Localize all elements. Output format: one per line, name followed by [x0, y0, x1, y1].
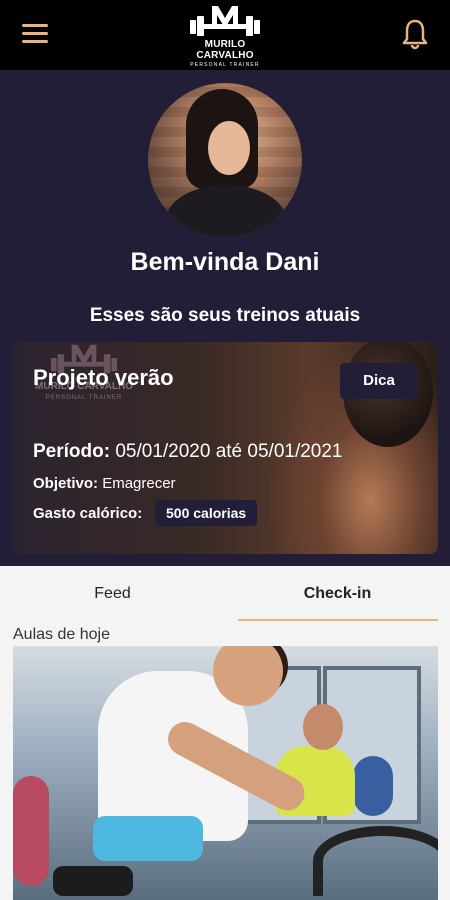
brand-logo: MURILO CARVALHO PERSONAL TRAINER [175, 4, 275, 68]
avatar[interactable] [148, 83, 302, 237]
active-tab-indicator [238, 619, 438, 621]
goal-label: Objetivo: [33, 475, 99, 492]
class-card-image[interactable] [13, 646, 438, 900]
logo-brand-text: MURILO CARVALHO [196, 39, 254, 61]
workouts-subtitle: Esses são seus treinos atuais [89, 305, 361, 326]
tab-bar: Feed Check-in [0, 566, 450, 622]
plan-title: Projeto verão [33, 365, 174, 390]
watermark-subtitle-text: PERSONAL TRAINER [45, 395, 123, 401]
tab-check-in[interactable]: Check-in [225, 566, 450, 622]
todays-classes-heading: Aulas de hoje [13, 626, 110, 643]
period-value: 05/01/2020 até 05/01/2021 [115, 441, 343, 462]
greeting-title: Bem-vinda Dani [130, 248, 320, 276]
tip-button[interactable]: Dica [340, 363, 418, 399]
period-label: Período: [33, 441, 111, 462]
workout-plan-card[interactable]: MURILO CARVALHO PERSONAL TRAINER Projeto… [13, 342, 438, 554]
dumbbell-m-logo-icon [190, 6, 260, 36]
tab-feed[interactable]: Feed [0, 566, 225, 622]
plan-goal: Objetivo: Emagrecer [33, 475, 176, 492]
plan-period: Período: 05/01/2020 até 05/01/2021 [33, 441, 343, 463]
hamburger-menu-icon[interactable] [22, 24, 48, 46]
top-app-bar: MURILO CARVALHO PERSONAL TRAINER [0, 0, 450, 70]
calories-badge: 500 calorias [155, 500, 258, 526]
goal-value: Emagrecer [102, 475, 176, 492]
logo-subtitle-text: PERSONAL TRAINER [190, 62, 260, 68]
calories-label: Gasto calórico: [33, 505, 143, 522]
bell-icon[interactable] [402, 18, 428, 55]
